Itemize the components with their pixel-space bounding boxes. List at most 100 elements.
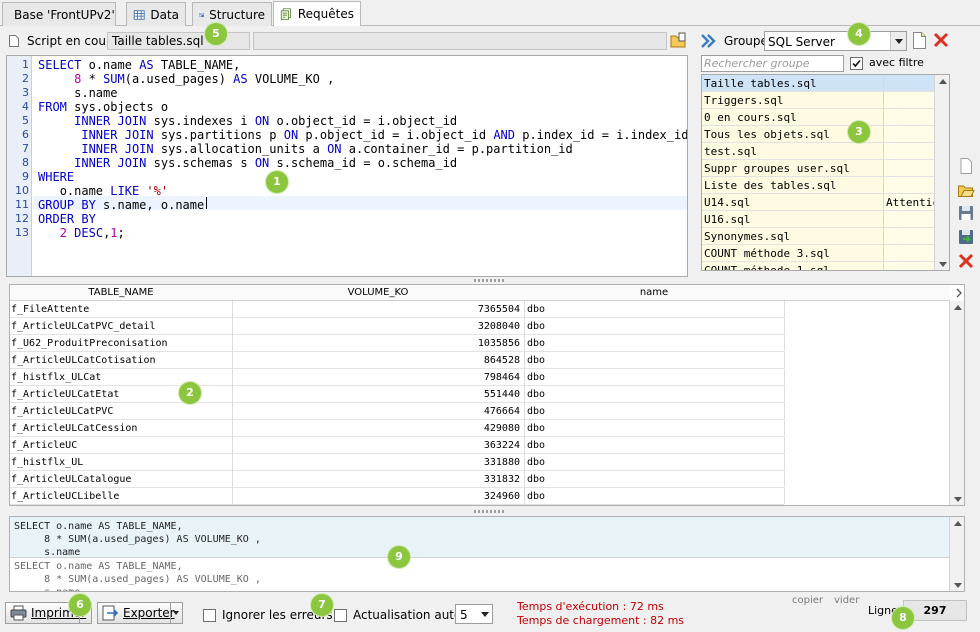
- group-script-list[interactable]: Taille tables.sql Triggers.sql 0 en cours.…: [701, 74, 950, 271]
- result-row[interactable]: f_U62_ProduitPreconisation 1035856 dbo: [10, 335, 785, 352]
- scroll-up-icon[interactable]: [954, 521, 962, 526]
- new-file-icon[interactable]: [957, 157, 975, 175]
- line-number: 5: [22, 114, 29, 127]
- scroll-down-icon[interactable]: [954, 497, 962, 502]
- structure-info-icon: [199, 12, 204, 17]
- results-grid[interactable]: TABLE_NAME VOLUME_KO name f_FileAttente 7…: [9, 284, 965, 506]
- group-list-item[interactable]: COUNT méthode 1.sql: [702, 262, 934, 270]
- export-button[interactable]: Exporter: [97, 602, 183, 624]
- group-list-item[interactable]: Synonymes.sql: [702, 228, 934, 245]
- column-divider: [232, 420, 233, 436]
- annotation-marker-1: 1: [266, 171, 288, 193]
- column-divider: [883, 245, 884, 261]
- new-script-icon[interactable]: [8, 35, 20, 47]
- result-row[interactable]: f_ArticleUC 363224 dbo: [10, 437, 785, 454]
- query-history[interactable]: SELECT o.name AS TABLE_NAME, 8 * SUM(a.u…: [9, 516, 965, 592]
- tab-base[interactable]: Base 'FrontUPv2': [2, 2, 116, 26]
- result-row[interactable]: f_histflx_ULCat 798464 dbo: [10, 369, 785, 386]
- line-number: 2: [22, 72, 29, 85]
- filter-checkbox[interactable]: [850, 57, 863, 70]
- group-search-input[interactable]: Rechercher groupe: [701, 55, 844, 72]
- group-list-item[interactable]: Liste des tables.sql: [702, 177, 934, 194]
- tab-data[interactable]: Data: [126, 2, 186, 26]
- cell-schema-name: dbo: [527, 321, 546, 332]
- group-list-scrollbar[interactable]: [934, 75, 949, 270]
- delete-group-icon[interactable]: [933, 32, 949, 48]
- history-entry-selected[interactable]: SELECT o.name AS TABLE_NAME, 8 * SUM(a.u…: [10, 517, 950, 558]
- double-chevron-icon[interactable]: [700, 33, 717, 49]
- export-dropdown[interactable]: [170, 603, 182, 623]
- result-row[interactable]: f_ArticleULCatalogue 331832 dbo: [10, 471, 785, 488]
- script-name-field[interactable]: Taille tables.sql: [107, 32, 250, 50]
- new-group-icon[interactable]: [912, 32, 927, 49]
- code-line: INNER JOIN sys.indexes i ON o.object_id …: [74, 114, 458, 128]
- tab-structure[interactable]: Structure: [192, 2, 272, 26]
- chevron-right-icon[interactable]: [954, 288, 964, 298]
- group-select-value: SQL Server: [768, 35, 835, 49]
- editor-splitter[interactable]: [474, 279, 506, 282]
- history-entry-text: SELECT o.name AS TABLE_NAME, 8 * SUM(a.u…: [14, 521, 261, 558]
- open-file-icon[interactable]: [957, 181, 975, 199]
- result-row[interactable]: f_ArticleULCatPVC_detail 3208040 dbo: [10, 318, 785, 335]
- result-row[interactable]: f_ArticleULCatCotisation 864528 dbo: [10, 352, 785, 369]
- scroll-up-icon[interactable]: [954, 305, 962, 310]
- column-divider: [784, 369, 785, 385]
- open-folder-icon[interactable]: [670, 32, 687, 49]
- scroll-down-icon[interactable]: [939, 262, 947, 267]
- result-row[interactable]: f_ArticleUCLibelle 324960 dbo: [10, 488, 785, 505]
- group-select-dropdown[interactable]: [890, 32, 906, 50]
- tab-bar: Base 'FrontUPv2' Data Structure Requêtes: [0, 0, 980, 26]
- group-list-item[interactable]: Triggers.sql: [702, 92, 934, 109]
- auto-refresh-checkbox[interactable]: [334, 609, 347, 622]
- copy-link[interactable]: copier: [792, 595, 823, 606]
- tab-requetes[interactable]: Requêtes: [273, 1, 361, 26]
- result-row[interactable]: f_ArticleULCatEtat 551440 dbo: [10, 386, 785, 403]
- cell-table-name: f_ArticleUCLibelle: [11, 491, 120, 502]
- column-header-name[interactable]: name: [524, 285, 784, 301]
- result-row[interactable]: f_histflx_UL 331880 dbo: [10, 454, 785, 471]
- cell-schema-name: dbo: [527, 423, 546, 434]
- results-scrollbar[interactable]: [949, 301, 964, 505]
- save-as-icon[interactable]: [957, 228, 975, 246]
- cell-table-name: f_U62_ProduitPreconisation: [11, 338, 168, 349]
- column-divider: [883, 109, 884, 125]
- tab-structure-label: Structure: [209, 7, 265, 22]
- history-entry[interactable]: SELECT o.name AS TABLE_NAME, 8 * SUM(a.u…: [10, 558, 950, 591]
- cell-volume-ko: 1035856: [477, 338, 520, 349]
- result-row[interactable]: f_FileAttente 7365504 dbo: [10, 301, 785, 318]
- line-number: 9: [22, 170, 29, 183]
- save-icon[interactable]: [957, 204, 975, 222]
- auto-refresh-interval-select[interactable]: 5: [455, 604, 493, 624]
- code-line: 8 * SUM(a.used_pages) AS VOLUME_KO ,: [74, 72, 335, 86]
- scroll-down-icon[interactable]: [954, 583, 962, 588]
- script-description-field[interactable]: [253, 32, 667, 50]
- annotation-marker-5: 5: [205, 23, 227, 45]
- delete-script-icon[interactable]: [957, 252, 975, 270]
- filter-label: avec filtre: [869, 56, 924, 69]
- sql-editor[interactable]: 1 2 3 4 5 6 7 8 9 10 11 12 13 SELECT o.name AS TABLE…: [6, 55, 688, 277]
- group-list-item[interactable]: Taille tables.sql: [702, 75, 934, 92]
- ignore-errors-checkbox[interactable]: [203, 609, 216, 622]
- results-splitter[interactable]: [474, 510, 506, 513]
- code-line: INNER JOIN sys.schemas s ON s.schema_id …: [74, 156, 458, 170]
- group-list-item[interactable]: COUNT méthode 3.sql: [702, 245, 934, 262]
- result-row[interactable]: f_ArticleULCatCession 429080 dbo: [10, 420, 785, 437]
- column-header-volume-ko[interactable]: VOLUME_KO: [232, 285, 524, 301]
- tab-base-label: Base 'FrontUPv2': [14, 7, 115, 22]
- group-list-item[interactable]: test.sql: [702, 143, 934, 160]
- group-select[interactable]: SQL Server: [764, 31, 907, 51]
- column-divider: [784, 471, 785, 487]
- column-divider: [784, 301, 785, 317]
- scroll-up-icon[interactable]: [939, 79, 947, 84]
- result-row[interactable]: f_ArticleULCatPVC 476664 dbo: [10, 403, 785, 420]
- clear-link[interactable]: vider: [834, 595, 859, 606]
- history-scrollbar[interactable]: [949, 517, 964, 591]
- group-list-item[interactable]: Suppr groupes user.sql: [702, 160, 934, 177]
- group-list-item[interactable]: Tous les objets.sql: [702, 126, 934, 143]
- column-divider: [784, 318, 785, 334]
- column-divider: [524, 386, 525, 402]
- group-list-item[interactable]: U16.sql: [702, 211, 934, 228]
- group-list-item[interactable]: U14.sql Attentic: [702, 194, 934, 211]
- group-list-item[interactable]: 0 en cours.sql: [702, 109, 934, 126]
- column-header-table-name[interactable]: TABLE_NAME: [10, 285, 232, 301]
